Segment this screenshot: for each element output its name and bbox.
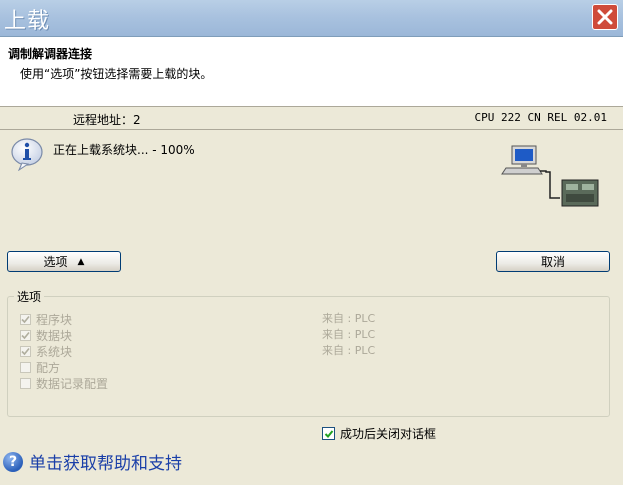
help-icon: ?: [3, 451, 23, 472]
close-icon: [597, 9, 613, 25]
title-bar: 上载: [0, 0, 623, 37]
option-checkbox: [20, 329, 31, 341]
option-checkbox: [20, 377, 31, 389]
connection-info: 远程地址：2 CPU 222 CN REL 02.01: [0, 107, 623, 130]
options-group-legend: 选项: [14, 288, 45, 305]
options-button-label: 选项: [43, 255, 68, 269]
option-data-log-config: 数据记录配置: [20, 375, 108, 391]
cpu-version: CPU 222 CN REL 02.01: [474, 111, 607, 124]
header-title: 调制解调器连接: [8, 47, 93, 61]
option-recipe: 配方: [20, 359, 60, 375]
help-link[interactable]: ? 单击获取帮助和支持: [3, 449, 182, 474]
option-checkbox: [20, 313, 31, 325]
option-checkbox: [20, 345, 31, 357]
pc-plc-connection-icon: [498, 142, 602, 213]
info-icon: [10, 137, 46, 174]
checkmark-icon: [324, 429, 333, 438]
upload-status: 正在上载系统块... - 100%: [53, 143, 195, 157]
close-on-success-checkbox[interactable]: [322, 427, 335, 440]
remote-address: 远程地址：2: [73, 113, 141, 127]
options-group: 选项 程序块 来自 : PLC 数据块 来自 : PLC 系统块 来自 : PL…: [7, 288, 610, 417]
option-source: 来自 : PLC: [322, 312, 376, 325]
header-panel: 调制解调器连接 使用“选项”按钮选择需要上载的块。: [0, 37, 623, 107]
options-button[interactable]: 选项 ▲: [7, 251, 121, 272]
cancel-button-label: 取消: [540, 255, 565, 269]
option-data-block: 数据块: [20, 327, 72, 343]
option-checkbox: [20, 361, 31, 373]
close-on-success-option[interactable]: 成功后关闭对话框: [322, 425, 436, 442]
option-program-block: 程序块: [20, 311, 72, 327]
option-source: 来自 : PLC: [322, 344, 376, 357]
option-source: 来自 : PLC: [322, 328, 376, 341]
cancel-button[interactable]: 取消: [496, 251, 610, 272]
option-system-block: 系统块: [20, 343, 72, 359]
option-label: 数据记录配置: [36, 376, 109, 391]
option-label: 系统块: [36, 344, 73, 359]
close-button[interactable]: [592, 4, 618, 30]
help-link-label: 单击获取帮助和支持: [29, 454, 182, 474]
window-title: 上载: [4, 9, 51, 34]
header-subtitle: 使用“选项”按钮选择需要上载的块。: [20, 67, 213, 81]
option-label: 程序块: [36, 312, 73, 327]
collapse-arrow-icon: ▲: [77, 256, 85, 267]
option-label: 配方: [36, 360, 61, 375]
option-label: 数据块: [36, 328, 73, 343]
close-on-success-label: 成功后关闭对话框: [340, 427, 437, 441]
